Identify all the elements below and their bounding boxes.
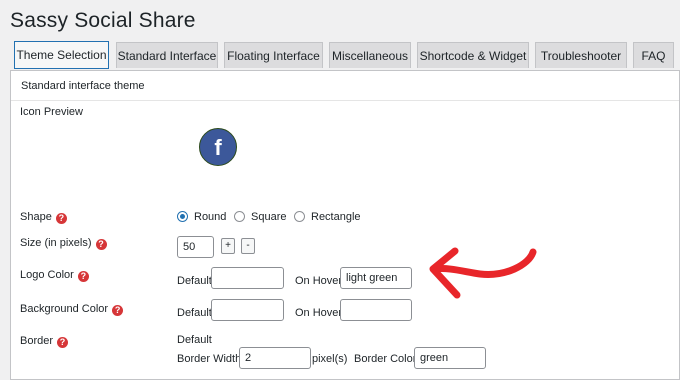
logo-color-default-label: Default [177,275,212,287]
shape-round-radio[interactable] [177,211,188,222]
help-icon[interactable]: ? [95,239,107,250]
annotation-arrow [429,247,537,299]
background-color-label: Background Color? [20,303,124,316]
tab-miscellaneous[interactable]: Miscellaneous [329,42,411,68]
tab-floating-interface[interactable]: Floating Interface [224,42,323,68]
tab-standard-interface[interactable]: Standard Interface [116,42,218,68]
background-color-hover-label: On Hover [295,307,343,319]
background-color-default-input[interactable] [211,299,284,321]
settings-panel: Standard interface theme [10,70,680,380]
size-increase-button[interactable]: + [221,238,235,254]
tab-shortcode-widget[interactable]: Shortcode & Widget [417,42,529,68]
page-title: Sassy Social Share [10,9,196,32]
section-title: Standard interface theme [21,80,145,92]
border-color-input[interactable] [414,347,486,369]
shape-rectangle-radio[interactable] [294,211,305,222]
size-input[interactable] [177,236,214,258]
logo-color-hover-input[interactable] [340,267,412,289]
logo-color-hover-label: On Hover [295,275,343,287]
tab-faq[interactable]: FAQ [633,42,674,68]
facebook-icon: f [199,128,237,166]
background-color-default-label: Default [177,307,212,319]
help-icon[interactable]: ? [77,271,89,282]
facebook-glyph: f [214,135,222,160]
help-icon[interactable]: ? [57,337,69,348]
background-color-hover-input[interactable] [340,299,412,321]
tab-troubleshooter[interactable]: Troubleshooter [535,42,627,68]
logo-color-label: Logo Color? [20,269,89,282]
help-icon[interactable]: ? [55,213,67,224]
size-decrease-button[interactable]: - [241,238,255,254]
border-color-label: Border Color [354,353,417,365]
border-width-label: Border Width [177,353,242,365]
tab-theme-selection[interactable]: Theme Selection [14,41,109,69]
border-width-unit: pixel(s) [312,353,348,365]
border-label: Border? [20,335,69,348]
help-icon[interactable]: ? [112,305,124,316]
section-header: Standard interface theme [11,71,679,101]
shape-square-radio[interactable] [234,211,245,222]
logo-color-default-input[interactable] [211,267,284,289]
shape-square-label: Square [251,211,287,223]
size-label: Size (in pixels)? [20,237,107,250]
border-width-input[interactable] [239,347,311,369]
shape-round-label: Round [194,211,227,223]
icon-preview-label: Icon Preview [20,106,83,118]
shape-label: Shape? [20,211,67,224]
shape-rectangle-label: Rectangle [311,211,361,223]
border-default-label: Default [177,334,212,346]
